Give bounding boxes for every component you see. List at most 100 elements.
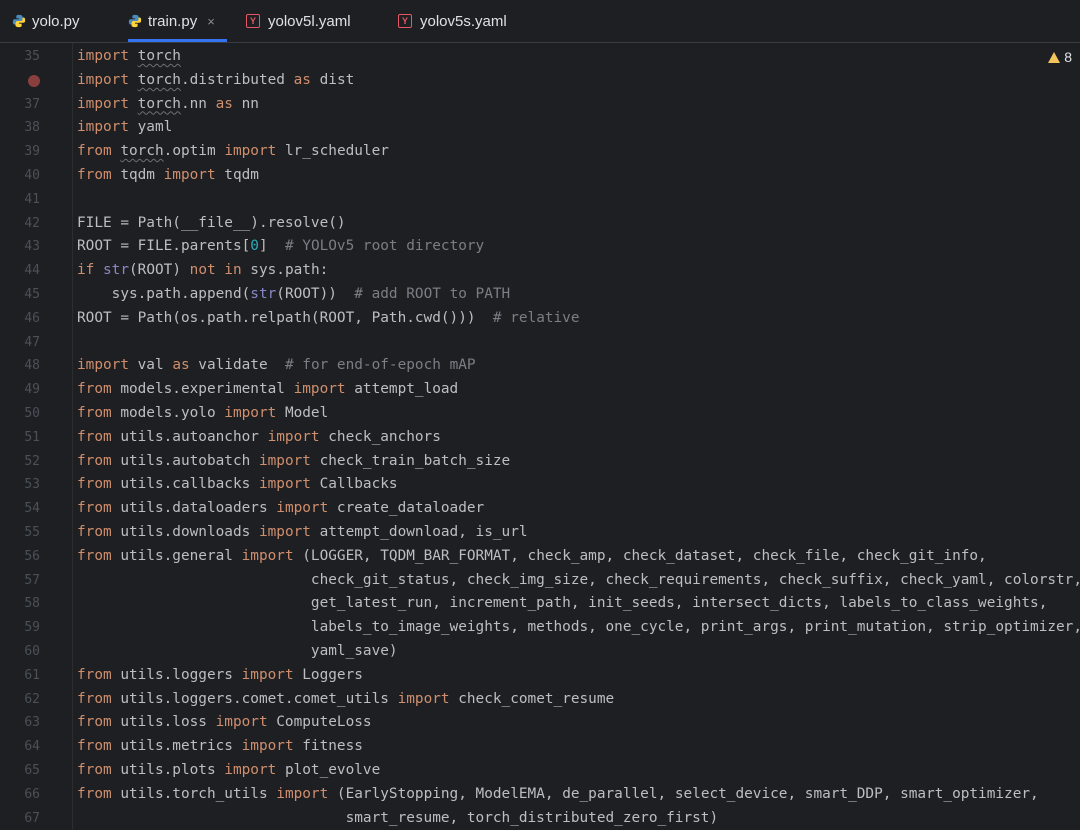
line-number[interactable]: 67 [0, 807, 40, 830]
code-line[interactable]: import yaml [77, 116, 172, 140]
code-line[interactable]: if str(ROOT) not in sys.path: [77, 259, 328, 283]
line-number[interactable]: 65 [0, 759, 40, 783]
line-number[interactable]: 57 [0, 569, 40, 593]
code-line[interactable]: ROOT = Path(os.path.relpath(ROOT, Path.c… [77, 307, 580, 331]
line-number[interactable]: 54 [0, 497, 40, 521]
code-token: plot_evolve [276, 762, 381, 778]
line-number[interactable]: 38 [0, 116, 40, 140]
line-number[interactable]: 49 [0, 378, 40, 402]
line-number[interactable]: 40 [0, 164, 40, 188]
code-token: utils.general [111, 547, 242, 564]
line-number[interactable]: 53 [0, 473, 40, 497]
code-token: utils.downloads [111, 524, 259, 540]
code-token: sys.path.append( [77, 286, 251, 302]
line-number[interactable]: 47 [0, 331, 40, 355]
code-token: utils.plots [111, 762, 225, 778]
code-token: from [77, 167, 112, 183]
code-line[interactable]: from utils.downloads import attempt_down… [77, 521, 528, 545]
code-token: models.experimental [111, 381, 294, 398]
code-token: import [163, 167, 216, 183]
line-number[interactable]: 37 [0, 93, 40, 117]
code-line[interactable]: from models.yolo import Model [77, 402, 328, 426]
code-line[interactable]: check_git_status, check_img_size, check_… [77, 569, 1080, 593]
breakpoint-icon[interactable] [28, 74, 40, 87]
code-token: from [77, 381, 112, 398]
line-number[interactable]: 45 [0, 283, 40, 307]
line-number[interactable]: 35 [0, 45, 40, 69]
line-number[interactable]: 46 [0, 307, 40, 331]
code-line[interactable]: import val as validate # for end-of-epoc… [77, 354, 476, 378]
line-number[interactable]: 63 [0, 711, 40, 735]
line-number-gutter[interactable]: 35 37 38 39 40 41 42 43 44 45 46 47 48 49 50 51 52 53 54 55… [0, 43, 73, 830]
code-line[interactable]: import torch [77, 45, 181, 69]
line-number[interactable]: 59 [0, 616, 40, 640]
code-line[interactable]: from utils.plots import plot_evolve [77, 759, 380, 783]
line-number[interactable]: 62 [0, 688, 40, 712]
code-token: fitness [293, 738, 363, 755]
code-token: ROOT = FILE.parents[ [77, 238, 251, 255]
code-token: import [224, 143, 277, 160]
code-line[interactable]: from torch.optim import lr_scheduler [77, 140, 389, 164]
code-token: 0 [250, 238, 259, 255]
code-token: from [77, 143, 112, 160]
code-line[interactable]: from utils.loss import ComputeLoss [77, 711, 372, 735]
line-number[interactable]: 60 [0, 640, 40, 664]
code-token: create_dataloader [328, 500, 485, 517]
code-token: import [293, 381, 346, 398]
line-number[interactable]: 43 [0, 235, 40, 259]
code-editor[interactable]: 35 37 38 39 40 41 42 43 44 45 46 47 48 49 50 51 52 53 54 55… [0, 43, 1080, 830]
code-token: str [103, 262, 129, 279]
inspection-warnings[interactable]: 8 [1048, 49, 1072, 65]
code-token: ComputeLoss [267, 714, 372, 731]
code-line[interactable]: from models.experimental import attempt_… [77, 378, 458, 402]
code-line[interactable]: from utils.autobatch import check_train_… [77, 450, 510, 474]
line-number[interactable]: 41 [0, 188, 40, 212]
line-number[interactable]: 55 [0, 521, 40, 545]
line-number[interactable]: 56 [0, 545, 40, 569]
line-number[interactable]: 58 [0, 592, 40, 616]
line-number[interactable]: 48 [0, 354, 40, 378]
code-line[interactable]: from tqdm import tqdm [77, 164, 259, 188]
editor-tab-bar: yolo.py train.py × Y yolov5l.yaml Y yolo… [0, 0, 1080, 43]
tab-yolov5l-yaml[interactable]: Y yolov5l.yaml [246, 0, 351, 42]
code-token: import [77, 48, 129, 64]
code-line[interactable]: import torch.nn as nn [77, 93, 259, 117]
code-line[interactable]: from utils.torch_utils import (EarlyStop… [77, 783, 1039, 807]
tab-train-py[interactable]: train.py × [128, 0, 227, 42]
line-number[interactable]: 39 [0, 140, 40, 164]
code-token: utils.loggers.comet.comet_utils [111, 690, 398, 707]
code-token: (ROOT) [129, 262, 190, 279]
code-line[interactable]: from utils.loggers.comet.comet_utils imp… [77, 688, 614, 712]
code-line[interactable]: from utils.general import (LOGGER, TQDM_… [77, 545, 987, 569]
code-token: as [293, 71, 311, 88]
line-number[interactable]: 52 [0, 450, 40, 474]
line-number[interactable]: 51 [0, 426, 40, 450]
code-line[interactable]: from utils.dataloaders import create_dat… [77, 497, 484, 521]
code-token: as [172, 357, 190, 374]
code-line[interactable]: get_latest_run, increment_path, init_see… [77, 592, 1047, 616]
line-number[interactable]: 64 [0, 735, 40, 759]
code-line[interactable]: labels_to_image_weights, methods, one_cy… [77, 616, 1080, 640]
tab-label: yolov5l.yaml [268, 12, 351, 30]
code-line[interactable]: ROOT = FILE.parents[0] # YOLOv5 root dir… [77, 235, 484, 259]
tab-yolov5s-yaml[interactable]: Y yolov5s.yaml [398, 0, 507, 42]
code-line[interactable]: from utils.loggers import Loggers [77, 664, 363, 688]
line-number[interactable]: 42 [0, 212, 40, 236]
code-line[interactable]: import torch.distributed as dist [77, 69, 354, 93]
code-line[interactable]: from utils.callbacks import Callbacks [77, 473, 398, 497]
code-line[interactable]: smart_resume, torch_distributed_zero_fir… [77, 807, 719, 830]
code-line[interactable]: FILE = Path(__file__).resolve() [77, 212, 346, 236]
tab-yolo-py[interactable]: yolo.py [12, 0, 80, 42]
close-icon[interactable]: × [207, 14, 215, 29]
line-number[interactable]: 61 [0, 664, 40, 688]
code-line[interactable]: from utils.autoanchor import check_ancho… [77, 426, 441, 450]
code-line[interactable]: from utils.metrics import fitness [77, 735, 363, 759]
code-token: utils.dataloaders [111, 500, 277, 517]
code-line[interactable]: sys.path.append(str(ROOT)) # add ROOT to… [77, 283, 511, 307]
code-line[interactable]: yaml_save) [77, 640, 398, 664]
line-number[interactable]: 44 [0, 259, 40, 283]
line-number[interactable]: 50 [0, 402, 40, 426]
code-token: import [77, 95, 129, 112]
line-number[interactable]: 66 [0, 783, 40, 807]
